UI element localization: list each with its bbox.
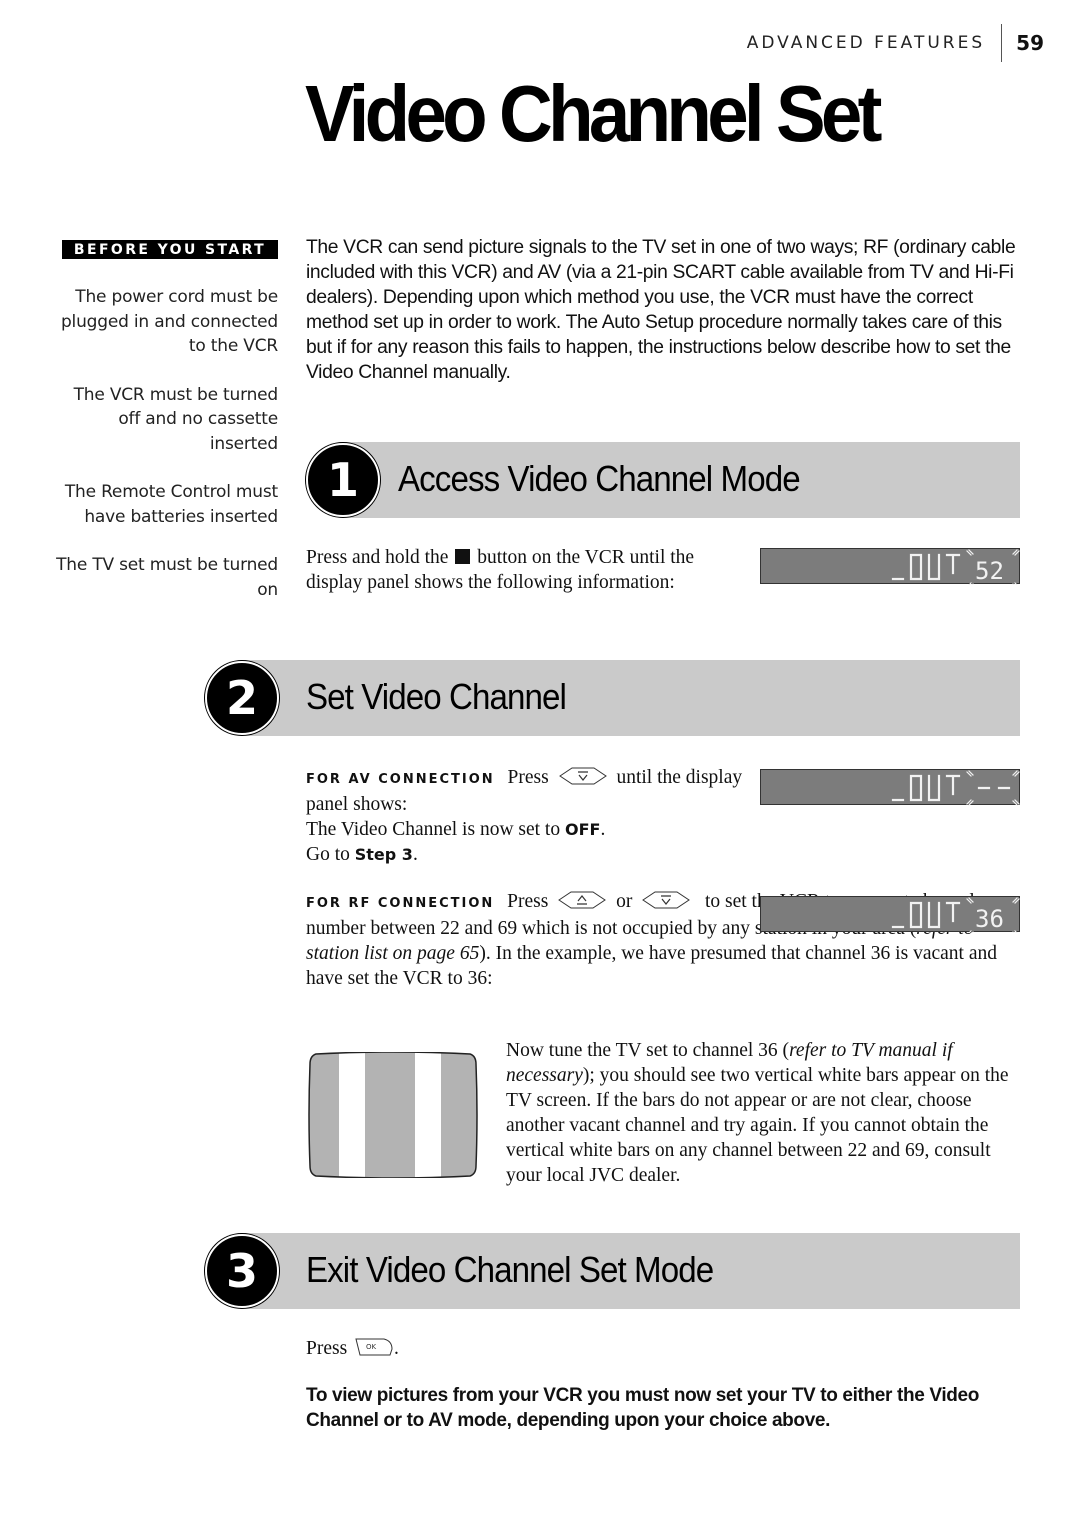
step-title: Set Video Channel bbox=[306, 676, 567, 717]
step-number-badge: 3 bbox=[205, 1234, 279, 1308]
display-panel: 36 bbox=[760, 896, 1020, 933]
white-bar bbox=[415, 1052, 441, 1178]
lcd-readout bbox=[891, 770, 1020, 806]
page-title: Video Channel Set bbox=[305, 69, 882, 158]
off-value: OFF bbox=[564, 820, 601, 839]
step-1-header: 1 Access Video Channel Mode bbox=[0, 442, 1020, 518]
step-3-text: Press OK . bbox=[306, 1335, 606, 1361]
page-number: 59 bbox=[1016, 31, 1044, 55]
press-text: Press bbox=[306, 1338, 348, 1359]
av-text-c: Go to bbox=[306, 844, 350, 865]
lcd-readout: 52 bbox=[891, 549, 1020, 585]
step-3-header: 3 Exit Video Channel Set Mode bbox=[0, 1233, 1020, 1309]
av-connection-instructions: FOR AV CONNECTION Press until the displa… bbox=[306, 767, 743, 865]
tv-text-a: Now tune the TV set to channel 36 ( bbox=[506, 1040, 790, 1061]
final-note: To view pictures from your VCR you must … bbox=[306, 1385, 979, 1431]
tv-screen-bg bbox=[309, 1052, 477, 1178]
tv-tuning-instructions: Now tune the TV set to channel 36 (refer… bbox=[506, 1038, 1018, 1188]
press-text: Press bbox=[507, 767, 549, 788]
step-title: Exit Video Channel Set Mode bbox=[306, 1249, 714, 1290]
intro-paragraph: The VCR can send picture signals to the … bbox=[306, 237, 1016, 383]
period: . bbox=[394, 1338, 399, 1359]
step-1-text-a: Press and hold the bbox=[306, 547, 449, 568]
av-connection-label: FOR AV CONNECTION bbox=[306, 772, 495, 787]
ok-button-icon: OK bbox=[355, 1338, 393, 1356]
period: . bbox=[412, 844, 418, 865]
before-you-start-sidebar: BEFORE YOU START The power cord must be … bbox=[50, 240, 278, 602]
section-name: ADVANCED FEATURES bbox=[746, 33, 986, 53]
running-head: ADVANCED FEATURES 59 bbox=[747, 24, 1044, 62]
lcd-readout: 36 bbox=[891, 897, 1020, 933]
lcd-channel-text: 52 bbox=[975, 557, 1004, 585]
prereq-item: The TV set must be turned on bbox=[56, 555, 278, 600]
before-you-start-badge: BEFORE YOU START bbox=[62, 240, 278, 259]
lcd-channel-text: 36 bbox=[975, 905, 1004, 933]
av-text-b: The Video Channel is now set to bbox=[306, 819, 561, 840]
step-3-reference: Step 3 bbox=[354, 845, 413, 864]
step-number-badge: 1 bbox=[306, 443, 380, 517]
channel-down-button-icon bbox=[642, 891, 691, 909]
white-bar bbox=[339, 1052, 365, 1178]
step-title: Access Video Channel Mode bbox=[398, 458, 801, 499]
svg-text:OK: OK bbox=[366, 1343, 377, 1351]
prereq-item: The power cord must be plugged in and co… bbox=[60, 287, 278, 356]
rf-connection-label: FOR RF CONNECTION bbox=[306, 896, 495, 911]
step-number-badge: 2 bbox=[205, 661, 279, 735]
lcd-channel-glyphs: 52 bbox=[975, 557, 1004, 585]
display-panel: 52 bbox=[760, 548, 1020, 585]
step-1-text: Press and hold the button on the VCR unt… bbox=[306, 545, 726, 595]
tv-screen-illustration bbox=[308, 1052, 478, 1178]
step-2-header: 2 Set Video Channel bbox=[0, 660, 1020, 736]
display-panel bbox=[760, 769, 1020, 806]
channel-down-button-icon bbox=[558, 767, 607, 785]
channel-up-button-icon bbox=[558, 891, 607, 909]
or-text: or bbox=[616, 891, 633, 912]
press-text: Press bbox=[507, 891, 549, 912]
stop-button-icon bbox=[455, 549, 471, 564]
lcd-out-glyphs bbox=[891, 553, 961, 581]
